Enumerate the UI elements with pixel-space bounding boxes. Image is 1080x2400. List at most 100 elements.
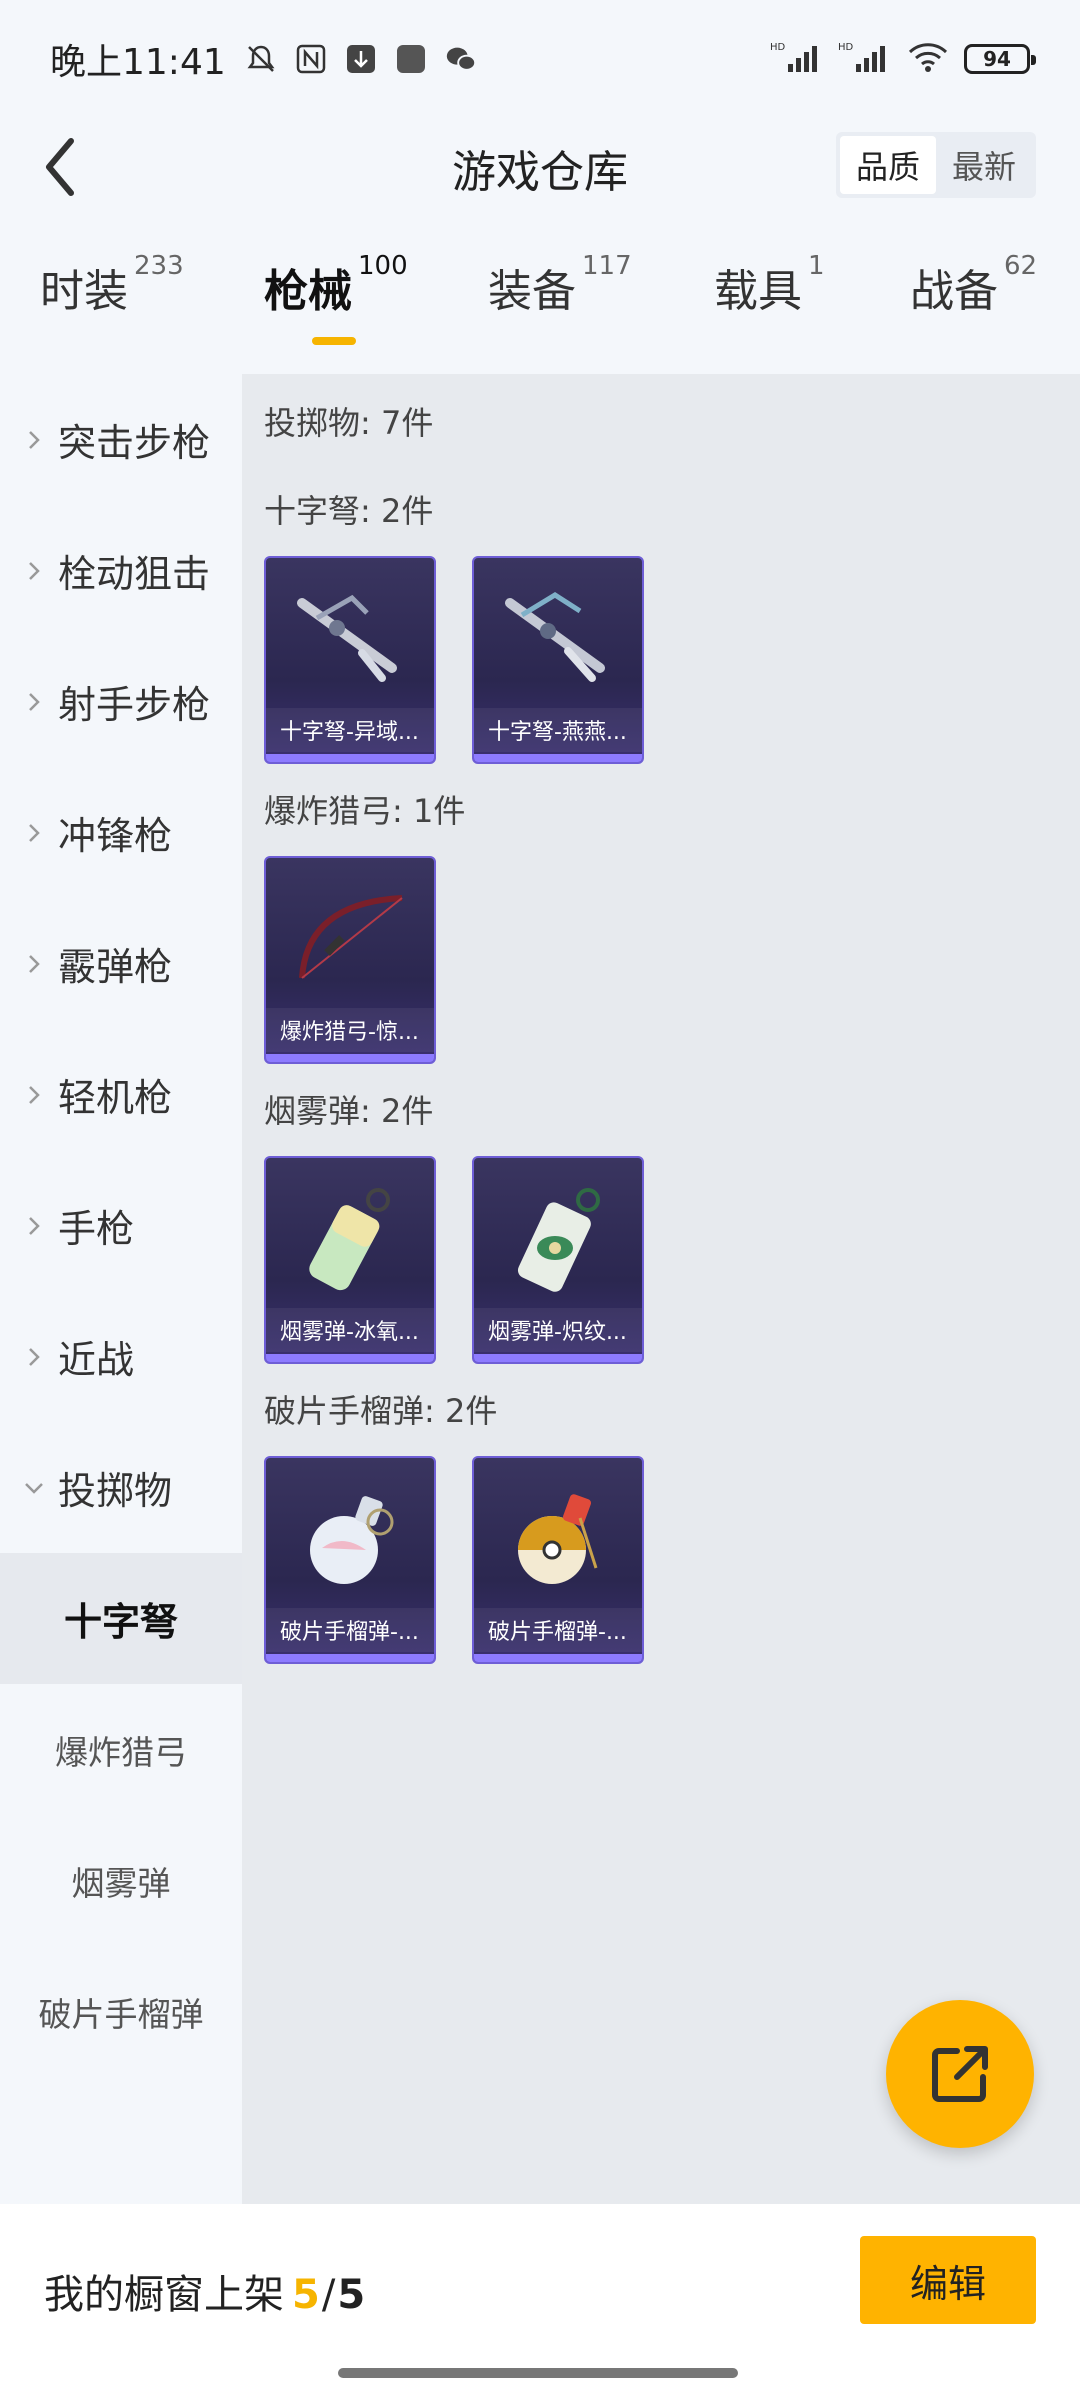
tab-label: 战备 <box>910 266 998 317</box>
signal-hd-icon: HD <box>770 40 824 78</box>
item-card[interactable]: 十字弩-燕燕... <box>472 556 644 764</box>
chevron-right-icon <box>22 690 46 714</box>
home-indicator[interactable] <box>338 2368 738 2378</box>
item-content: 投掷物: 7件 十字弩: 2件 十字弩-异域... 十字弩-燕燕... 爆炸猎弓… <box>242 374 1080 2204</box>
chevron-right-icon <box>22 1083 46 1107</box>
wechat-icon <box>444 42 478 76</box>
sidebar-item-smg[interactable]: 冲锋枪 <box>0 767 242 898</box>
quality-bar <box>266 1654 434 1662</box>
quality-bar <box>266 1354 434 1362</box>
status-bar: 晚上11:41 HD HD 94 <box>0 0 1080 118</box>
sidebar-subitem-frag-grenade[interactable]: 破片手榴弹 <box>0 1946 242 2077</box>
item-group-crossbow: 十字弩: 2件 十字弩-异域... 十字弩-燕燕... <box>264 486 1080 764</box>
svg-text:HD: HD <box>770 42 786 53</box>
tab-vehicles[interactable]: 载具 1 <box>714 251 910 355</box>
quality-bar <box>474 1654 642 1662</box>
sidebar-item-bolt-sniper[interactable]: 栓动狙击 <box>0 505 242 636</box>
item-group-explosive-bow: 爆炸猎弓: 1件 爆炸猎弓-惊... <box>264 786 1080 1064</box>
tab-count: 1 <box>808 251 825 281</box>
tab-equipment[interactable]: 装备 117 <box>488 251 714 355</box>
status-icons-left <box>244 42 478 76</box>
group-label: 爆炸猎弓: 1件 <box>264 792 466 830</box>
battery-icon: 94 <box>964 44 1036 74</box>
item-card[interactable]: 爆炸猎弓-惊... <box>264 856 436 1064</box>
quality-bar <box>474 754 642 762</box>
sidebar-item-label: 射手步枪 <box>58 683 211 727</box>
showcase-total: 5 <box>337 2272 366 2318</box>
tab-count: 100 <box>358 251 408 281</box>
app-icon <box>394 42 428 76</box>
item-card[interactable]: 十字弩-异域... <box>264 556 436 764</box>
tab-label: 载具 <box>714 266 802 317</box>
active-tab-indicator <box>312 337 356 345</box>
frag-grenade-image <box>266 1468 434 1608</box>
crossbow-image <box>266 568 434 708</box>
status-time: 晚上11:41 <box>50 42 226 83</box>
item-name: 爆炸猎弓-惊... <box>266 1008 434 1052</box>
quality-bar <box>474 1354 642 1362</box>
chevron-right-icon <box>22 559 46 583</box>
tab-label: 时装 <box>40 266 128 317</box>
group-label: 破片手榴弹: 2件 <box>264 1392 498 1430</box>
sidebar-item-label: 霰弹枪 <box>58 945 173 989</box>
group-label: 十字弩: 2件 <box>264 492 434 530</box>
item-card[interactable]: 破片手榴弹-... <box>472 1456 644 1664</box>
sort-newest-option[interactable]: 最新 <box>936 136 1032 194</box>
sidebar: 突击步枪 栓动狙击 射手步枪 冲锋枪 霰弹枪 轻机枪 手枪 近战 投掷物 十字弩… <box>0 374 242 2204</box>
sidebar-subitem-smoke-grenade[interactable]: 烟雾弹 <box>0 1815 242 1946</box>
sort-toggle: 品质 最新 <box>835 132 1036 198</box>
share-fab-button[interactable] <box>886 2000 1034 2148</box>
item-group-smoke-grenade: 烟雾弹: 2件 烟雾弹-冰氧... 烟雾弹-炽纹... <box>264 1086 1080 1364</box>
sidebar-item-throwables[interactable]: 投掷物 <box>0 1422 242 1553</box>
bow-image <box>266 868 434 1008</box>
showcase-slash: / <box>321 2272 336 2318</box>
sidebar-item-assault-rifle[interactable]: 突击步枪 <box>0 374 242 505</box>
header: 游戏仓库 品质 最新 <box>0 118 1080 218</box>
status-icons-right: HD HD 94 <box>770 40 1036 78</box>
item-row: 十字弩-异域... 十字弩-燕燕... <box>264 556 1080 764</box>
item-group-frag-grenade: 破片手榴弹: 2件 破片手榴弹-... 破片手榴弹-... <box>264 1386 1080 1664</box>
svg-text:HD: HD <box>838 42 854 53</box>
chevron-right-icon <box>22 821 46 845</box>
signal-hd-icon: HD <box>838 40 892 78</box>
wifi-icon <box>906 40 950 78</box>
sidebar-item-label: 轻机枪 <box>58 1076 173 1120</box>
chevron-down-icon <box>22 1476 46 1500</box>
item-card[interactable]: 烟雾弹-冰氧... <box>264 1156 436 1364</box>
crossbow-image <box>474 568 642 708</box>
item-card[interactable]: 破片手榴弹-... <box>264 1456 436 1664</box>
tab-fashion[interactable]: 时装 233 <box>40 251 264 355</box>
sidebar-item-marksman-rifle[interactable]: 射手步枪 <box>0 636 242 767</box>
sidebar-item-label: 近战 <box>58 1338 135 1382</box>
sidebar-subitem-explosive-bow[interactable]: 爆炸猎弓 <box>0 1684 242 1815</box>
smoke-grenade-image <box>474 1168 642 1308</box>
group-label: 烟雾弹: 2件 <box>264 1092 434 1130</box>
sidebar-item-pistol[interactable]: 手枪 <box>0 1160 242 1291</box>
smoke-grenade-image <box>266 1168 434 1308</box>
tab-supplies[interactable]: 战备 62 <box>910 251 1050 355</box>
showcase-count: 5 <box>292 2272 320 2318</box>
item-row: 烟雾弹-冰氧... 烟雾弹-炽纹... <box>264 1156 1080 1364</box>
quality-bar <box>266 1054 434 1062</box>
item-name: 破片手榴弹-... <box>266 1608 434 1652</box>
item-card[interactable]: 烟雾弹-炽纹... <box>472 1156 644 1364</box>
quality-bar <box>266 754 434 762</box>
sidebar-item-lmg[interactable]: 轻机枪 <box>0 1029 242 1160</box>
edit-button[interactable]: 编辑 <box>860 2236 1036 2324</box>
sort-quality-option[interactable]: 品质 <box>839 136 936 194</box>
item-name: 烟雾弹-冰氧... <box>266 1308 434 1352</box>
sidebar-item-label: 投掷物 <box>58 1469 173 1513</box>
tab-count: 62 <box>1004 251 1038 281</box>
sidebar-item-melee[interactable]: 近战 <box>0 1291 242 1422</box>
chevron-right-icon <box>22 952 46 976</box>
chevron-right-icon <box>22 1214 46 1238</box>
bell-off-icon <box>244 42 278 76</box>
sidebar-item-shotgun[interactable]: 霰弹枪 <box>0 898 242 1029</box>
sidebar-subitem-crossbow[interactable]: 十字弩 <box>0 1553 242 1684</box>
item-row: 爆炸猎弓-惊... <box>264 856 1080 1064</box>
tab-label: 装备 <box>488 266 576 317</box>
item-row: 破片手榴弹-... 破片手榴弹-... <box>264 1456 1080 1664</box>
sidebar-item-label: 手枪 <box>58 1207 135 1251</box>
tab-firearms[interactable]: 枪械 100 <box>264 251 488 355</box>
download-icon <box>344 42 378 76</box>
